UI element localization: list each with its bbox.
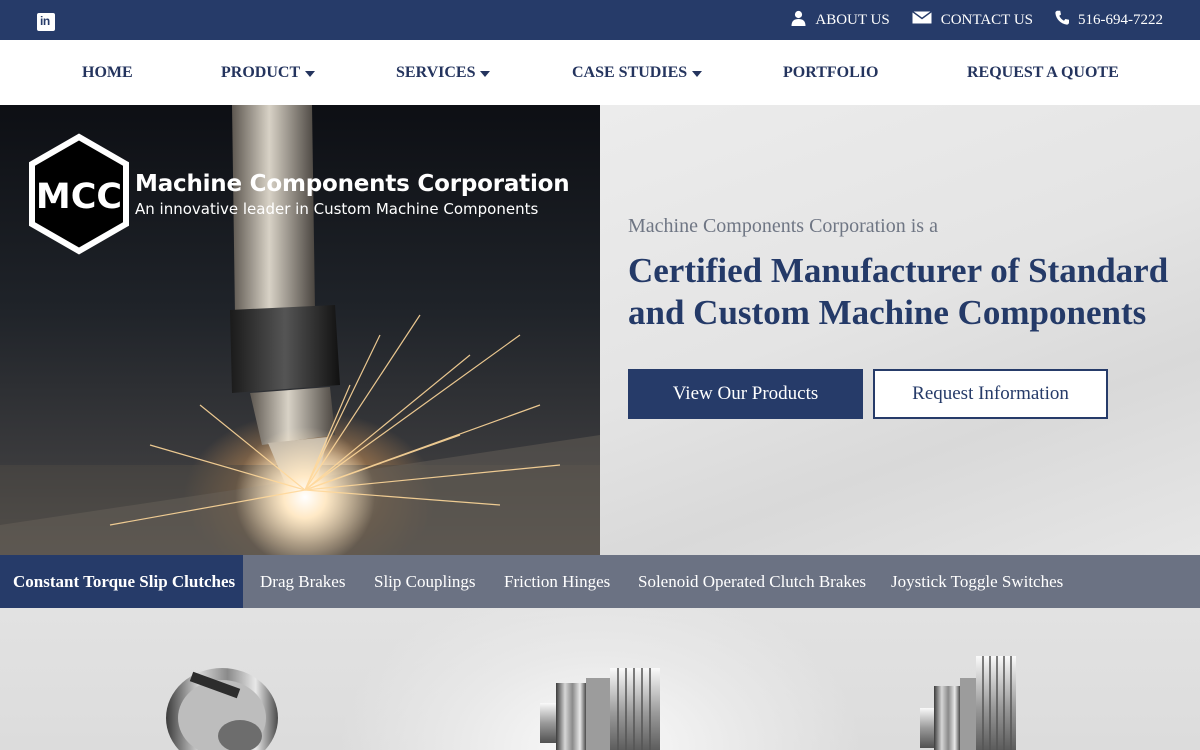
hero-headline: Certified Manufacturer of Standard and C…: [628, 251, 1169, 332]
slip-clutch-image-2[interactable]: [540, 668, 660, 750]
about-us-link[interactable]: ABOUT US: [791, 10, 890, 31]
main-nav: HOME PRODUCT SERVICES CASE STUDIES PORTF…: [0, 40, 1200, 105]
request-information-button[interactable]: Request Information: [873, 369, 1108, 419]
contact-us-link[interactable]: CONTACT US: [911, 10, 1033, 29]
nav-home[interactable]: HOME: [82, 64, 133, 82]
hero-image-welding: MCC Machine Components Corporation An in…: [0, 105, 600, 555]
nav-request-quote-label: REQUEST A QUOTE: [967, 64, 1119, 81]
about-us-label: ABOUT US: [815, 11, 890, 28]
tab-joystick-toggle-switches[interactable]: Joystick Toggle Switches: [891, 555, 1063, 608]
slip-clutch-image-3[interactable]: [920, 656, 1016, 750]
hero-section: MCC Machine Components Corporation An in…: [0, 105, 1200, 555]
nav-portfolio[interactable]: PORTFOLIO: [783, 64, 878, 82]
product-tabs: Constant Torque Slip Clutches Drag Brake…: [0, 555, 1200, 619]
nav-product[interactable]: PRODUCT: [221, 64, 316, 82]
top-utility-bar: in ABOUT US CONTACT US 516-694-7222: [0, 0, 1200, 40]
nav-product-label: PRODUCT: [221, 64, 301, 81]
product-showcase: [0, 608, 1200, 750]
logo-mark-text: MCC: [36, 177, 122, 217]
product-images: [166, 656, 1016, 750]
mcc-hexagon-logo: MCC: [29, 133, 129, 255]
hero-content: Machine Components Corporation is a Cert…: [600, 105, 1200, 555]
phone-number: 516-694-7222: [1078, 11, 1163, 28]
contact-us-label: CONTACT US: [940, 11, 1033, 28]
company-tagline: An innovative leader in Custom Machine C…: [135, 200, 539, 218]
nav-case-studies-label: CASE STUDIES: [572, 64, 688, 81]
phone-link[interactable]: 516-694-7222: [1055, 10, 1163, 30]
nav-portfolio-label: PORTFOLIO: [783, 64, 879, 81]
nav-request-quote[interactable]: REQUEST A QUOTE: [967, 64, 1119, 82]
slip-clutch-image-1[interactable]: [166, 668, 278, 750]
caret-down-icon: [480, 70, 491, 77]
user-icon: [791, 10, 806, 31]
nav-services[interactable]: SERVICES: [396, 64, 491, 82]
caret-down-icon: [692, 70, 703, 77]
linkedin-icon[interactable]: in: [37, 13, 55, 31]
company-name: Machine Components Corporation: [135, 171, 570, 197]
tab-solenoid-operated-clutch-brakes[interactable]: Solenoid Operated Clutch Brakes: [638, 555, 866, 608]
nav-services-label: SERVICES: [396, 64, 476, 81]
top-links: ABOUT US CONTACT US 516-694-7222: [769, 0, 1163, 40]
nav-case-studies[interactable]: CASE STUDIES: [572, 64, 703, 82]
caret-down-icon: [305, 70, 316, 77]
envelope-icon: [911, 10, 932, 29]
view-products-button[interactable]: View Our Products: [628, 369, 863, 419]
linkedin-icon-label: in: [40, 14, 50, 28]
tab-constant-torque-slip-clutches[interactable]: Constant Torque Slip Clutches: [0, 555, 243, 608]
hero-intro: Machine Components Corporation is a: [628, 215, 938, 237]
nav-home-label: HOME: [82, 64, 133, 81]
tab-slip-couplings[interactable]: Slip Couplings: [374, 555, 476, 608]
tab-friction-hinges[interactable]: Friction Hinges: [504, 555, 610, 608]
tab-drag-brakes[interactable]: Drag Brakes: [260, 555, 345, 608]
phone-icon: [1055, 10, 1069, 30]
